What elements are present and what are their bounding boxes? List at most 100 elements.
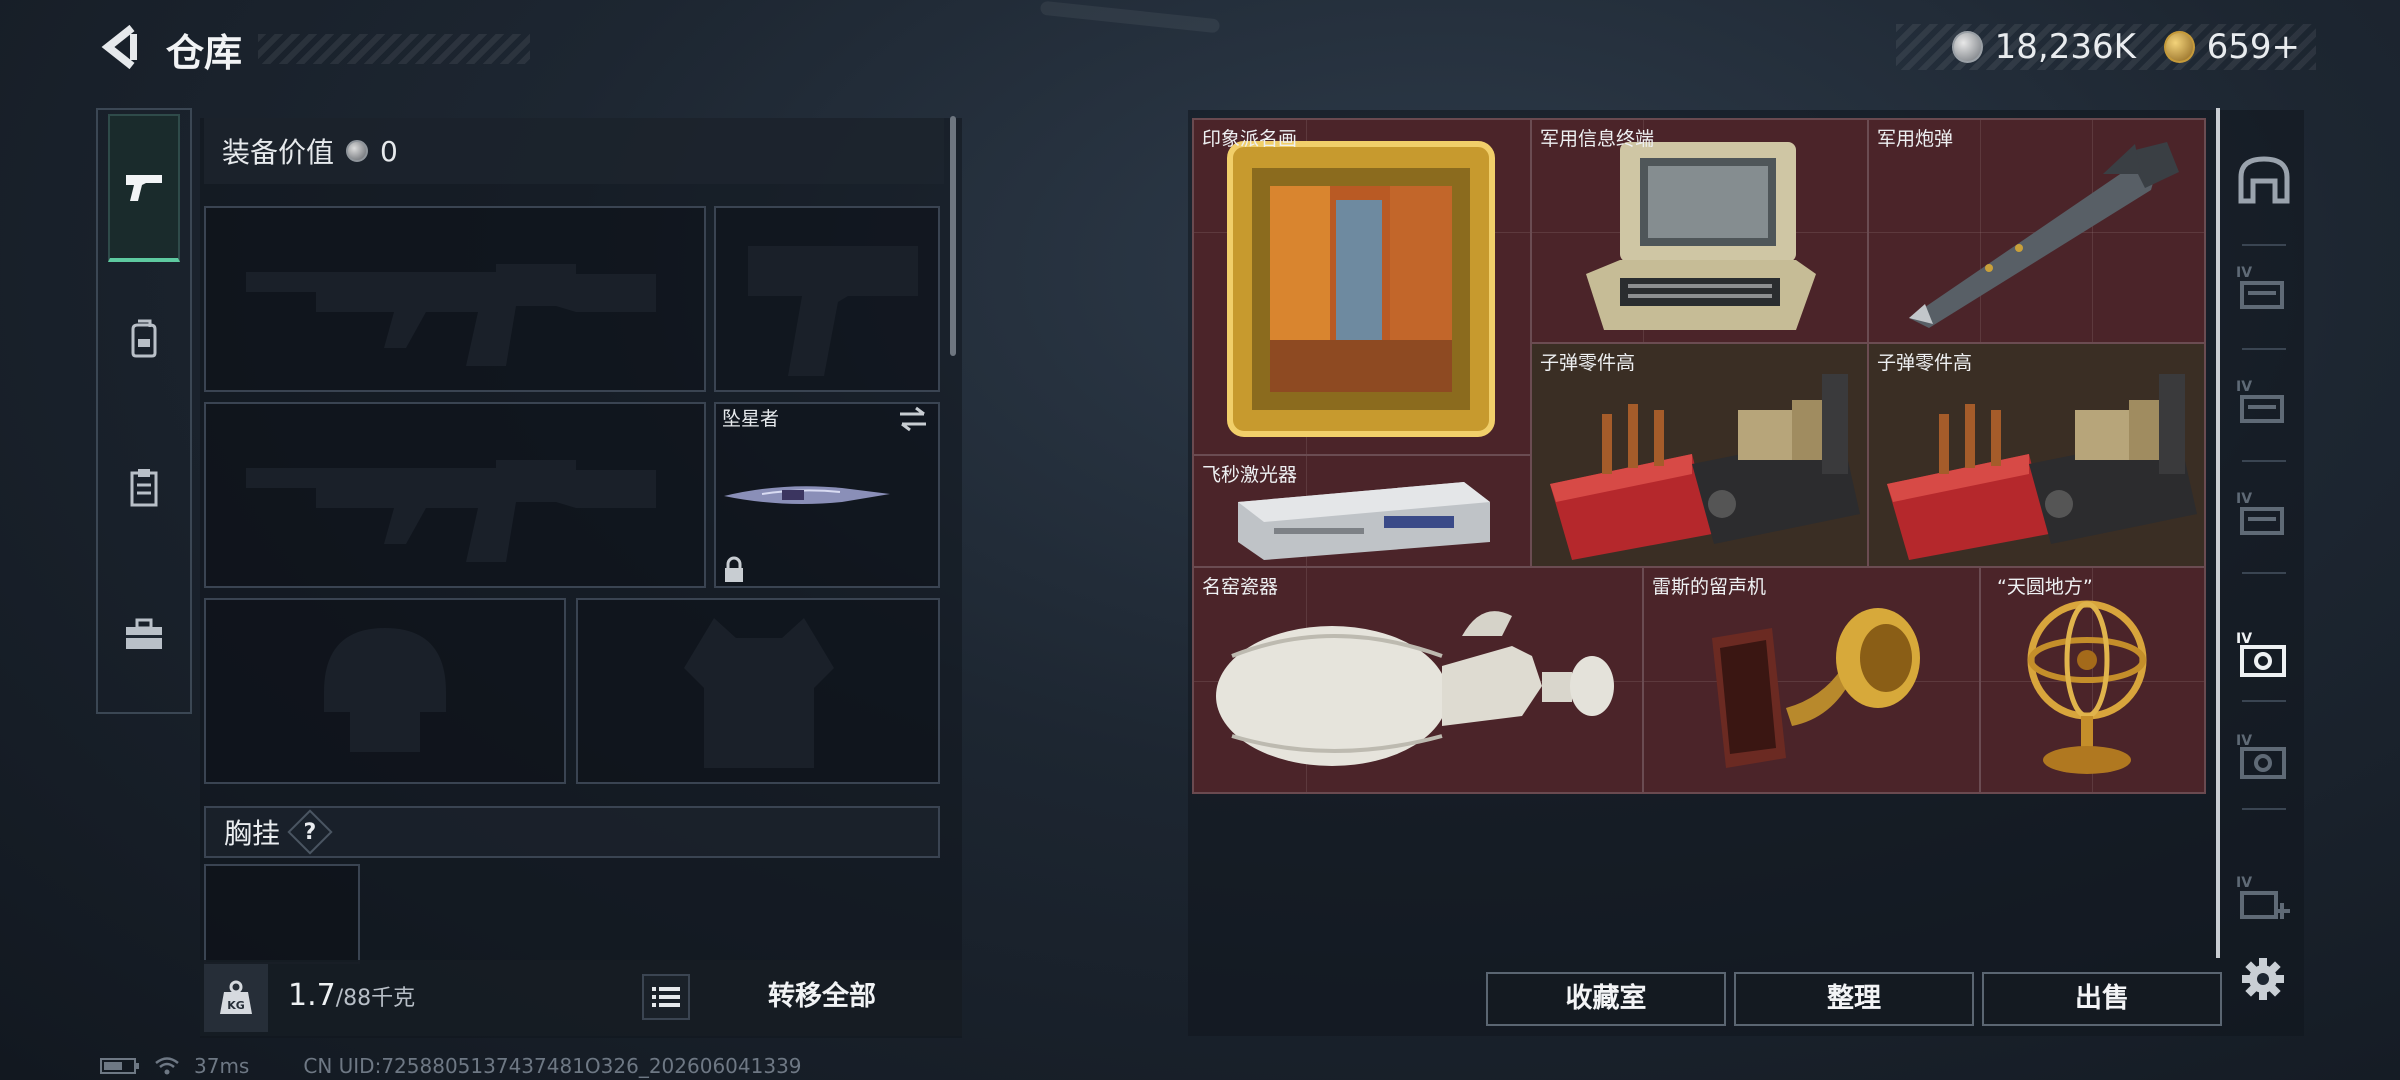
item-label: 子弹零件高 bbox=[1877, 352, 1973, 374]
item-label: 名窑瓷器 bbox=[1202, 576, 1279, 598]
list-view-button[interactable] bbox=[642, 974, 690, 1020]
sell-button[interactable]: 出售 bbox=[1982, 972, 2222, 1026]
ammo-parts-crate-icon bbox=[1887, 374, 2197, 560]
chest-rig-slot[interactable] bbox=[204, 864, 360, 964]
title-decoration bbox=[258, 34, 530, 64]
tab-stash-iv-add[interactable]: IV bbox=[2234, 868, 2294, 928]
svg-text:KG: KG bbox=[227, 999, 245, 1012]
swap-icon[interactable] bbox=[896, 406, 930, 436]
knife-icon bbox=[724, 486, 890, 504]
stash-item-armillary[interactable]: “天圆地方” bbox=[1981, 568, 2206, 792]
body-armor-slot[interactable] bbox=[576, 598, 940, 784]
weight-readout: 1.7/88千克 bbox=[288, 978, 415, 1013]
sidearm-slot[interactable] bbox=[714, 206, 940, 392]
tier-iv-shelf-icon: IV bbox=[2236, 379, 2284, 423]
uid-text: CN UID:7258805137437481O326_202606041339 bbox=[303, 1054, 802, 1078]
weight-current: 1.7 bbox=[288, 978, 336, 1013]
tab-stash-iv-5[interactable]: IV bbox=[2234, 726, 2294, 786]
rifle-silhouette-icon bbox=[246, 264, 656, 366]
tier-iv-vault-icon: IV bbox=[2236, 631, 2286, 677]
chest-rig-label: 胸挂 bbox=[224, 817, 281, 850]
military-terminal-icon bbox=[1586, 142, 1816, 330]
helmet-slot[interactable] bbox=[204, 598, 566, 784]
item-label: “天圆地方” bbox=[1997, 576, 2093, 598]
stash-item-laser[interactable]: 飞秒激光器 bbox=[1194, 456, 1532, 568]
status-bar: 37ms CN UID:7258805137437481O326_2026060… bbox=[100, 1054, 1000, 1078]
silver-coin-icon bbox=[1952, 31, 1983, 63]
sort-button[interactable]: 整理 bbox=[1734, 972, 1974, 1026]
stash-item-gramophone[interactable]: 雷斯的留声机 bbox=[1644, 568, 1981, 792]
pistol-icon bbox=[126, 175, 162, 201]
stash-scrollbar[interactable] bbox=[2216, 108, 2220, 958]
item-label: 雷斯的留声机 bbox=[1652, 576, 1767, 598]
page-title: 仓库 bbox=[166, 31, 243, 75]
equipment-value-bar: 装备价值 0 bbox=[204, 118, 944, 184]
svg-text:IV: IV bbox=[2236, 875, 2252, 891]
tier-iv-shelf-icon: IV bbox=[2236, 491, 2284, 535]
tab-chest-rig[interactable] bbox=[108, 414, 180, 562]
tab-backpack[interactable] bbox=[108, 264, 180, 412]
equipment-scrollbar[interactable] bbox=[950, 116, 956, 356]
item-label: 军用炮弹 bbox=[1877, 128, 1954, 150]
tier-iv-shelf-icon: IV bbox=[2236, 265, 2284, 309]
gold-currency-value: 659+ bbox=[2206, 27, 2300, 67]
settings-button[interactable] bbox=[2240, 956, 2286, 1006]
silver-currency-value: 18,236K bbox=[1994, 27, 2136, 67]
tier-iv-vault-icon: IV bbox=[2236, 733, 2286, 779]
help-symbol: ? bbox=[303, 819, 317, 845]
item-label: 子弹零件高 bbox=[1540, 352, 1636, 374]
gold-coin-icon bbox=[2163, 31, 2195, 63]
stash-item-artillery-shell[interactable]: 军用炮弹 bbox=[1869, 120, 2206, 344]
back-button[interactable] bbox=[98, 22, 144, 72]
tab-stash-iv-4-active[interactable]: IV bbox=[2234, 624, 2294, 684]
svg-text:IV: IV bbox=[2236, 631, 2252, 647]
framed-painting-icon bbox=[1227, 141, 1495, 437]
tab-weapons[interactable] bbox=[108, 114, 180, 262]
wifi-icon bbox=[155, 1057, 179, 1075]
svg-text:IV: IV bbox=[2236, 491, 2252, 507]
stash-item-ammo-parts-2[interactable]: 子弹零件高 bbox=[1869, 344, 2206, 568]
stash-item-terminal[interactable]: 军用信息终端 bbox=[1532, 120, 1869, 344]
armor-vest-silhouette-icon bbox=[684, 618, 834, 768]
equipment-value: 0 bbox=[380, 134, 398, 168]
backpack-icon bbox=[131, 319, 157, 358]
tab-case[interactable] bbox=[108, 564, 180, 704]
armillary-sphere-icon bbox=[2027, 600, 2147, 774]
item-label: 军用信息终端 bbox=[1540, 128, 1655, 150]
ping-text: 37ms bbox=[194, 1054, 250, 1078]
svg-text:IV: IV bbox=[2236, 265, 2252, 281]
clipboard-icon bbox=[130, 469, 158, 507]
svg-text:IV: IV bbox=[2236, 379, 2252, 395]
lock-icon bbox=[722, 556, 746, 588]
gramophone-icon bbox=[1712, 608, 1920, 768]
melee-weapon-name: 坠星者 bbox=[722, 408, 780, 430]
rifle-silhouette-icon bbox=[246, 460, 656, 562]
collection-room-button[interactable]: 收藏室 bbox=[1486, 972, 1726, 1026]
tab-stash-iv-1[interactable]: IV bbox=[2234, 258, 2294, 318]
stash-item-ammo-parts-1[interactable]: 子弹零件高 bbox=[1532, 344, 1869, 568]
tier-iv-add-icon: IV bbox=[2236, 875, 2290, 919]
background-light-streak bbox=[1039, 0, 1221, 34]
tab-stash-main[interactable] bbox=[2234, 150, 2294, 210]
list-icon bbox=[652, 987, 680, 1007]
item-label: 印象派名画 bbox=[1202, 128, 1298, 150]
helmet-silhouette-icon bbox=[324, 628, 446, 752]
weight-kg-icon: KG bbox=[204, 964, 268, 1032]
currency-bar: 18,236K 659+ bbox=[1896, 24, 2316, 70]
left-category-tabs bbox=[96, 108, 192, 714]
primary-weapon-slot[interactable] bbox=[204, 206, 706, 392]
secondary-weapon-slot[interactable] bbox=[204, 402, 706, 588]
battery-icon bbox=[100, 1058, 139, 1074]
gear-icon bbox=[2242, 958, 2284, 1000]
tab-stash-iv-3[interactable]: IV bbox=[2234, 484, 2294, 544]
stash-arch-icon bbox=[2238, 156, 2290, 204]
tab-stash-iv-2[interactable]: IV bbox=[2234, 372, 2294, 432]
stash-item-painting[interactable]: 印象派名画 bbox=[1194, 120, 1532, 456]
stash-item-porcelain[interactable]: 名窑瓷器 bbox=[1194, 568, 1644, 792]
pistol-silhouette-icon bbox=[748, 246, 918, 376]
porcelain-vase-icon bbox=[1216, 611, 1614, 766]
weight-max: /88千克 bbox=[335, 986, 416, 1011]
artillery-shell-icon bbox=[1909, 142, 2179, 328]
help-icon[interactable]: ? bbox=[287, 809, 333, 855]
transfer-all-button[interactable]: 转移全部 bbox=[742, 974, 902, 1020]
